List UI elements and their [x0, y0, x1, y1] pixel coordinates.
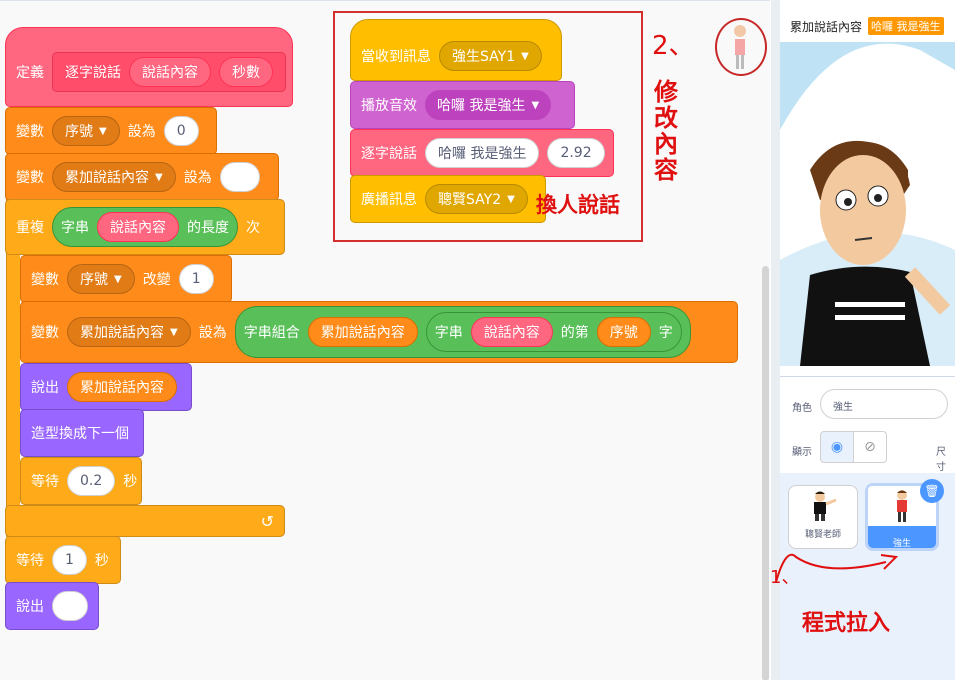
show-label: 顯示 [792, 447, 812, 458]
eye-off-icon: ⊘ [864, 439, 876, 455]
johnson-sprite-icon [897, 490, 907, 522]
say-accum-block[interactable]: 說出 累加說話內容 [20, 363, 192, 411]
index-variable-reporter[interactable]: 序號 [596, 317, 651, 347]
sprite-info-pane: 角色 強生 顯示 ◉ ⊘ 尺寸 [780, 377, 955, 473]
dropdown-caret-icon: ▼ [170, 326, 178, 338]
dropdown-caret-icon: ▼ [114, 273, 122, 285]
delete-sprite-button[interactable]: 🗑 [920, 479, 944, 503]
stage[interactable] [780, 10, 955, 366]
value-input[interactable]: 0 [163, 116, 199, 146]
value-input[interactable]: 1 [178, 264, 214, 294]
seconds-label: 秒 [123, 474, 138, 490]
repeat-label: 重複 [16, 220, 44, 236]
join-label: 字串組合 [243, 325, 300, 341]
workspace-scrollbar[interactable] [762, 266, 769, 680]
annotation-drag-in: 程式拉入 [802, 611, 891, 636]
change-label: 改變 [142, 272, 171, 288]
variable-name: 累加說話內容 [80, 325, 164, 341]
sprite-name-field[interactable]: 強生 [820, 389, 948, 419]
wait-inner-block[interactable]: 等待 0.2 秒 [20, 457, 142, 505]
teacher-sprite-icon [814, 491, 837, 521]
variable-label: 變數 [31, 325, 59, 341]
wait-label: 等待 [16, 553, 44, 569]
change-index-block[interactable]: 變數 序號 ▼ 改變 1 [20, 255, 232, 303]
define-label: 定義 [16, 65, 44, 81]
variable-dropdown[interactable]: 序號 ▼ [67, 264, 135, 294]
define-hat-block[interactable]: 定義 逐字說話 說話內容 秒數 [5, 27, 293, 107]
times-label: 次 [246, 220, 260, 236]
variable-name: 累加說話內容 [65, 170, 149, 186]
variable-dropdown[interactable]: 累加說話內容 ▼ [67, 317, 191, 347]
dropdown-caret-icon: ▼ [99, 125, 107, 137]
letter-of-reporter[interactable]: 字串 說話內容 的第 序號 字 [425, 312, 682, 352]
sprite-panel: 角色 強生 顯示 ◉ ⊘ 尺寸 聰賢老師 強生 🗑 1、 程式拉入 [770, 376, 955, 680]
variable-dropdown[interactable]: 序號 ▼ [52, 116, 120, 146]
wait-label: 等待 [31, 474, 59, 490]
accum-variable-reporter[interactable]: 累加說話內容 [67, 372, 177, 402]
custom-block-name: 逐字說話 [65, 65, 121, 81]
size-label: 尺寸 [936, 447, 946, 473]
set-accum-block[interactable]: 變數 累加說話內容 ▼ 設為 [5, 153, 279, 201]
annotation-modify: 修改內容 [654, 78, 678, 184]
trash-icon: 🗑 [924, 484, 940, 498]
variable-label: 變數 [16, 170, 44, 186]
set-index-block[interactable]: 變數 序號 ▼ 設為 0 [5, 107, 217, 155]
accum-variable-reporter[interactable]: 累加說話內容 [307, 317, 418, 347]
stage-speech-badge: 哈囉 我是強生 [868, 17, 944, 35]
variable-name: 序號 [80, 272, 108, 288]
wait-seconds-input[interactable]: 0.2 [67, 466, 116, 496]
wait-outer-block[interactable]: 等待 1 秒 [5, 536, 121, 584]
value-input[interactable] [219, 162, 260, 192]
arg-speech[interactable]: 說話內容 [129, 57, 211, 87]
variable-label: 變數 [16, 124, 44, 140]
repeat-block[interactable]: 重複 字串 說話內容 的長度 次 [5, 199, 285, 255]
sprite-corner-figure-icon [734, 25, 746, 69]
repeat-bottom-arm: ↺ [5, 505, 285, 537]
length-of-reporter[interactable]: 字串 說話內容 的長度 [52, 207, 238, 247]
stage-speech-bar: 累加說話內容 哈囉 我是強生 [780, 10, 955, 42]
say-label: 說出 [31, 380, 59, 396]
set-to-label: 設為 [198, 325, 227, 341]
arg-seconds[interactable]: 秒數 [219, 57, 273, 87]
seconds-label: 秒 [94, 553, 109, 569]
eye-icon: ◉ [830, 439, 844, 455]
set-to-label: 設為 [127, 124, 156, 140]
annotation-swap: 換人說話 [536, 193, 620, 217]
next-costume-label: 造型換成下一個 [31, 426, 129, 442]
join-reporter[interactable]: 字串組合 累加說話內容 字串 說話內容 的第 序號 字 [234, 306, 691, 358]
arg-speech[interactable]: 說話內容 [97, 212, 179, 242]
stage-character [780, 43, 955, 366]
annotation-step-one: 1、 [770, 567, 800, 588]
set-accum-join-block[interactable]: 變數 累加說話內容 ▼ 設為 字串組合 累加說話內容 字串 說話內容 的第 序號 … [20, 301, 738, 363]
nth-label: 的第 [560, 325, 589, 341]
length-label: 的長度 [187, 220, 229, 236]
dropdown-caret-icon: ▼ [155, 171, 163, 183]
string-label: 字串 [434, 325, 463, 341]
set-to-label: 設為 [183, 170, 212, 186]
annotation-step-two: 2、 [652, 31, 695, 61]
say-text-input[interactable] [52, 591, 88, 621]
variable-name: 序號 [65, 124, 93, 140]
next-costume-block[interactable]: 造型換成下一個 [20, 409, 144, 457]
show-visible-button[interactable]: ◉ [820, 431, 854, 463]
string-label: 字串 [61, 220, 89, 236]
loop-arrow-icon: ↺ [260, 511, 274, 531]
arg-speech[interactable]: 說話內容 [470, 317, 553, 347]
variable-label: 變數 [31, 272, 59, 288]
show-hidden-button[interactable]: ⊘ [853, 431, 887, 463]
sprite-name-label: 角色 [792, 403, 812, 414]
code-workspace[interactable]: 定義 逐字說話 說話內容 秒數 變數 序號 ▼ 設為 0 變數 累加說話內容 ▼ 設… [0, 0, 770, 680]
wait-seconds-input[interactable]: 1 [52, 545, 87, 575]
custom-block-prototype[interactable]: 逐字說話 說話內容 秒數 [52, 52, 286, 92]
stage-title: 累加說話內容 [790, 19, 863, 34]
say-label: 說出 [16, 599, 44, 615]
say-empty-block[interactable]: 說出 [5, 582, 99, 630]
char-label: 字 [658, 325, 673, 341]
variable-dropdown[interactable]: 累加說話內容 ▼ [52, 162, 176, 192]
